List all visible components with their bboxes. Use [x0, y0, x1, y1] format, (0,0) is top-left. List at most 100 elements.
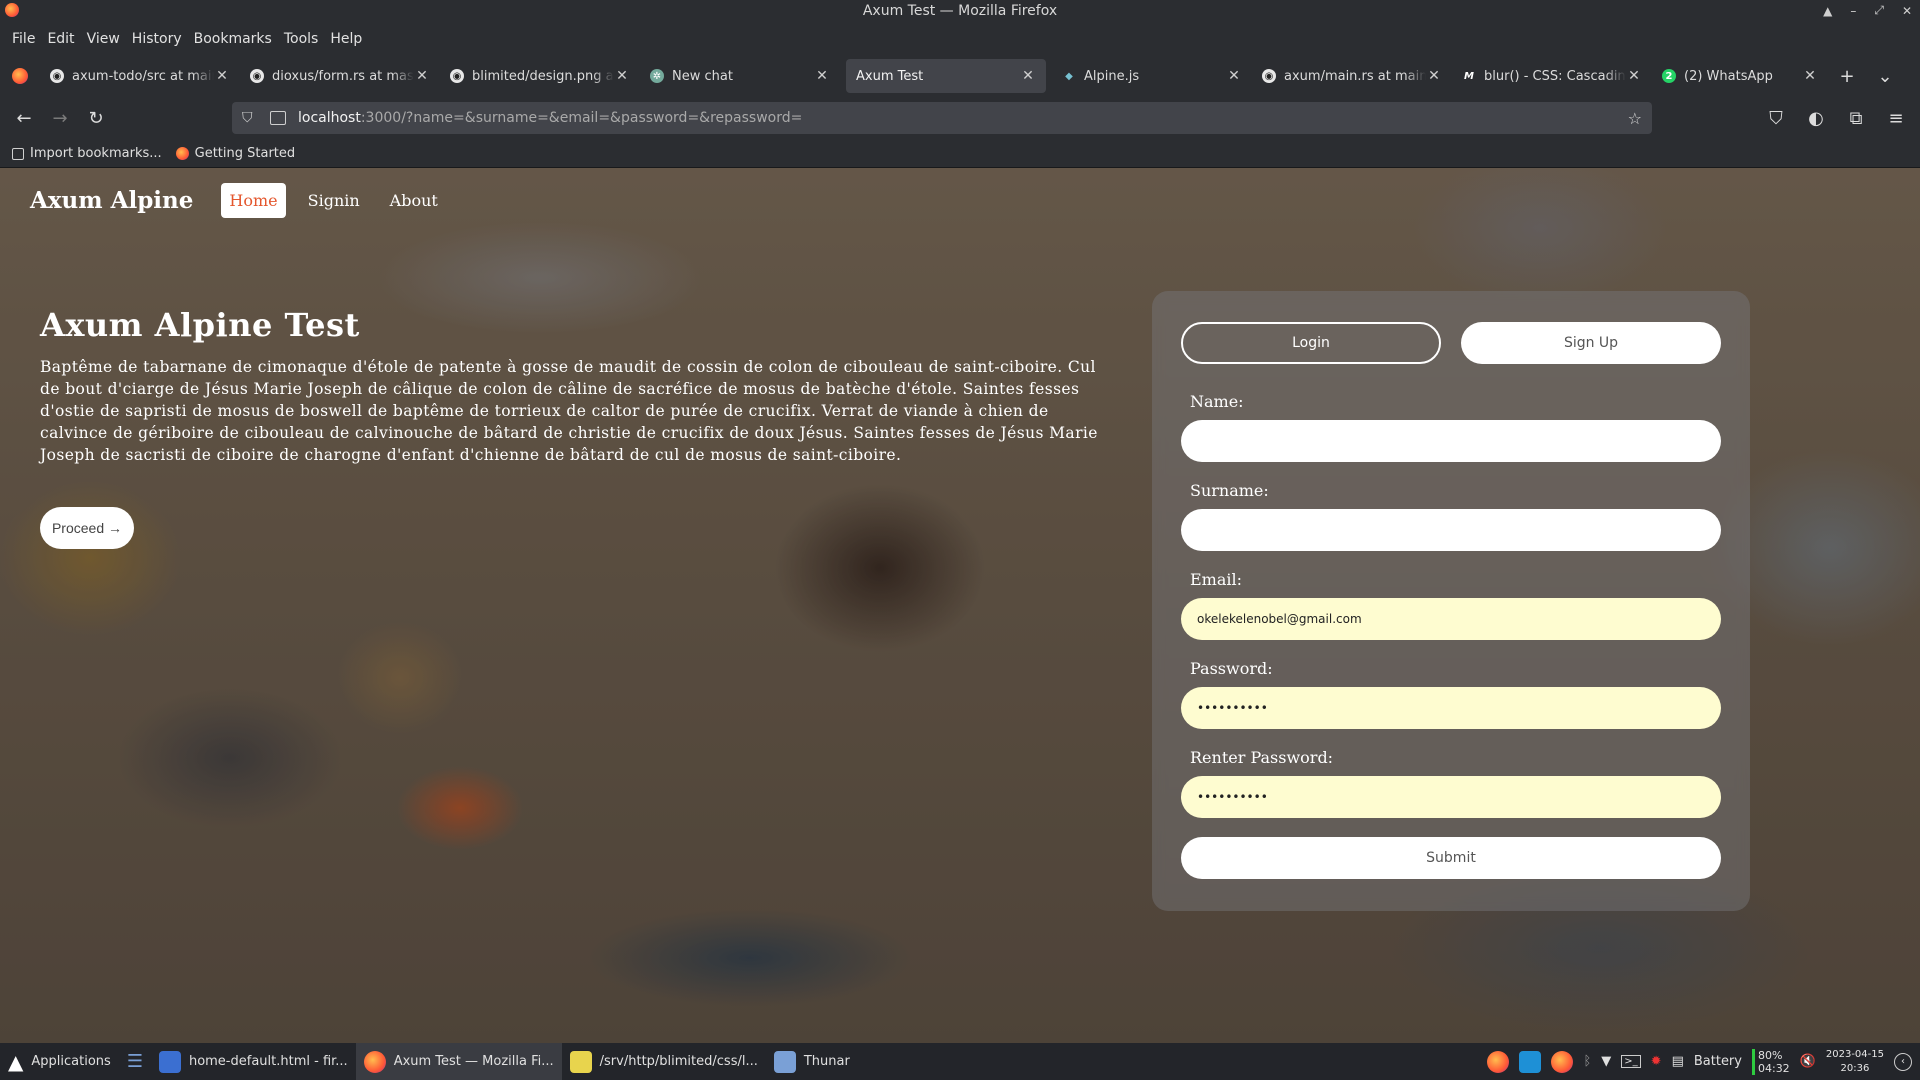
- forward-button[interactable]: →: [42, 102, 78, 134]
- close-tab-icon[interactable]: ✕: [414, 68, 430, 84]
- close-icon[interactable]: ✕: [1902, 4, 1912, 18]
- tab-list-button[interactable]: ⌄: [1866, 59, 1904, 93]
- tab-title: axum/main.rs at main: [1284, 68, 1426, 84]
- battery-label[interactable]: Battery: [1694, 1054, 1742, 1069]
- tab-whatsapp[interactable]: 2 (2) WhatsApp ✕: [1652, 59, 1828, 93]
- new-tab-button[interactable]: +: [1828, 59, 1866, 93]
- tab-axum-main[interactable]: ◉ axum/main.rs at main ✕: [1252, 59, 1452, 93]
- firefox-launcher-icon[interactable]: [1487, 1050, 1510, 1073]
- tab-alpine[interactable]: ◆ Alpine.js ✕: [1052, 59, 1252, 93]
- clock[interactable]: 2023-04-15 20:36: [1826, 1048, 1884, 1076]
- applications-menu[interactable]: ▲ Applications: [0, 1043, 119, 1080]
- taskbar-item-editor[interactable]: home-default.html - fir...: [151, 1043, 356, 1080]
- tab-title: New chat: [672, 68, 733, 84]
- menu-edit[interactable]: Edit: [41, 31, 80, 47]
- clock-time: 20:36: [1840, 1062, 1870, 1074]
- toolbar-right: ⛉ ◐ ⧉ ≡: [1758, 96, 1920, 140]
- firefox-icon: [175, 147, 189, 160]
- shield-icon[interactable]: ⛉: [242, 110, 262, 126]
- site-brand[interactable]: Axum Alpine: [30, 187, 193, 214]
- tab-axum-test[interactable]: Axum Test ✕: [846, 59, 1046, 93]
- url-host: localhost: [298, 110, 361, 126]
- close-tab-icon[interactable]: ✕: [1626, 68, 1642, 84]
- menu-tools[interactable]: Tools: [278, 31, 325, 47]
- close-tab-icon[interactable]: ✕: [1020, 68, 1036, 84]
- account-icon[interactable]: ◐: [1798, 102, 1834, 134]
- url-bar[interactable]: ⛉ localhost :3000/?name=&surname=&email=…: [232, 102, 1652, 134]
- update-icon[interactable]: ✹: [1651, 1054, 1662, 1069]
- bookmarks-toolbar: Import bookmarks... Getting Started: [0, 140, 1920, 168]
- menu-bookmarks[interactable]: Bookmarks: [188, 31, 278, 47]
- back-button[interactable]: ←: [6, 102, 42, 134]
- menu-view[interactable]: View: [81, 31, 126, 47]
- proceed-button[interactable]: Proceed →: [40, 507, 134, 549]
- site-navbar: Axum Alpine Home Signin About: [0, 168, 1920, 232]
- folder-icon: [773, 1050, 796, 1073]
- tab-title: dioxus/form.rs at master: [272, 68, 414, 84]
- repassword-field[interactable]: ••••••••••: [1181, 776, 1721, 818]
- battery-indicator[interactable]: 80% 04:32: [1751, 1048, 1790, 1075]
- signup-toggle-button[interactable]: Sign Up: [1461, 322, 1721, 364]
- page-icon: [270, 111, 286, 125]
- window-titlebar: Axum Test — Mozilla Firefox ▲ – ⤢ ✕: [0, 0, 1920, 21]
- tab-title: axum-todo/src at main: [72, 68, 214, 84]
- bookmark-label: Getting Started: [194, 146, 296, 161]
- reload-button[interactable]: ↻: [78, 102, 114, 134]
- close-tab-icon[interactable]: ✕: [614, 68, 630, 84]
- taskbar-item-thunar[interactable]: Thunar: [766, 1043, 858, 1080]
- firefox-launcher-icon[interactable]: [1551, 1050, 1574, 1073]
- close-tab-icon[interactable]: ✕: [1226, 68, 1242, 84]
- minimize-icon[interactable]: –: [1850, 4, 1856, 18]
- taskbar-item-label: /srv/http/blimited/css/l...: [599, 1054, 758, 1069]
- bookmark-getting-started[interactable]: Getting Started: [175, 146, 296, 161]
- nav-link-about[interactable]: About: [382, 183, 446, 218]
- taskbar-item-label: Axum Test — Mozilla Fi...: [393, 1054, 554, 1069]
- name-field[interactable]: [1181, 420, 1721, 462]
- nav-link-home[interactable]: Home: [221, 182, 286, 218]
- taskbar-item-notes[interactable]: /srv/http/blimited/css/l...: [562, 1043, 766, 1080]
- close-tab-icon[interactable]: ✕: [1802, 68, 1818, 84]
- taskbar-item-firefox[interactable]: Axum Test — Mozilla Fi...: [355, 1043, 562, 1080]
- pocket-icon[interactable]: ⛉: [1758, 102, 1794, 134]
- clipboard-icon[interactable]: ▤: [1672, 1054, 1684, 1069]
- tab-blimited-design[interactable]: ◉ blimited/design.png at main ✕: [440, 59, 640, 93]
- clock-date: 2023-04-15: [1825, 1048, 1884, 1060]
- menu-help[interactable]: Help: [324, 31, 368, 47]
- submit-button[interactable]: Submit: [1181, 837, 1721, 879]
- maximize-icon[interactable]: ⤢: [1874, 3, 1884, 18]
- login-toggle-button[interactable]: Login: [1181, 322, 1441, 364]
- tab-axum-todo[interactable]: ◉ axum-todo/src at main ✕: [40, 59, 240, 93]
- hamburger-menu-icon[interactable]: ≡: [1878, 102, 1914, 134]
- battery-percent: 80%: [1757, 1048, 1783, 1062]
- show-desktop-icon[interactable]: ‹: [1894, 1052, 1912, 1071]
- email-field[interactable]: okelekelenobel@gmail.com: [1181, 598, 1721, 640]
- surname-field[interactable]: [1181, 509, 1721, 551]
- terminal-icon[interactable]: >_: [1621, 1055, 1641, 1068]
- close-tab-icon[interactable]: ✕: [814, 68, 830, 84]
- tab-mdn-blur[interactable]: M blur() - CSS: Cascading ✕: [1452, 59, 1652, 93]
- menu-history[interactable]: History: [126, 31, 188, 47]
- extensions-icon[interactable]: ⧉: [1838, 102, 1874, 134]
- keep-above-icon[interactable]: ▲: [1823, 4, 1832, 18]
- close-tab-icon[interactable]: ✕: [1426, 68, 1442, 84]
- applications-label: Applications: [31, 1054, 111, 1069]
- bookmark-label: Import bookmarks...: [30, 146, 162, 161]
- alpine-icon: ◆: [1065, 70, 1073, 82]
- system-taskbar: ▲ Applications ☰ home-default.html - fir…: [0, 1043, 1920, 1080]
- nav-link-signin[interactable]: Signin: [300, 183, 368, 218]
- tab-title: Axum Test: [856, 68, 924, 84]
- tab-dioxus-form[interactable]: ◉ dioxus/form.rs at master ✕: [240, 59, 440, 93]
- window-list-icon[interactable]: ☰: [119, 1043, 151, 1080]
- whatsapp-icon: 2: [1662, 69, 1676, 83]
- desktop-icon[interactable]: [1519, 1050, 1542, 1073]
- firefox-view-button[interactable]: [0, 56, 40, 96]
- menu-file[interactable]: File: [6, 31, 41, 47]
- close-tab-icon[interactable]: ✕: [214, 68, 230, 84]
- volume-muted-icon[interactable]: 🔇: [1800, 1054, 1816, 1069]
- wifi-icon[interactable]: ▼: [1601, 1054, 1611, 1069]
- tab-new-chat[interactable]: ✲ New chat ✕: [640, 59, 840, 93]
- password-field[interactable]: ••••••••••: [1181, 687, 1721, 729]
- bluetooth-icon[interactable]: ᛒ: [1583, 1054, 1591, 1069]
- bookmark-star-icon[interactable]: ☆: [1628, 109, 1642, 128]
- bookmark-import[interactable]: Import bookmarks...: [12, 146, 162, 161]
